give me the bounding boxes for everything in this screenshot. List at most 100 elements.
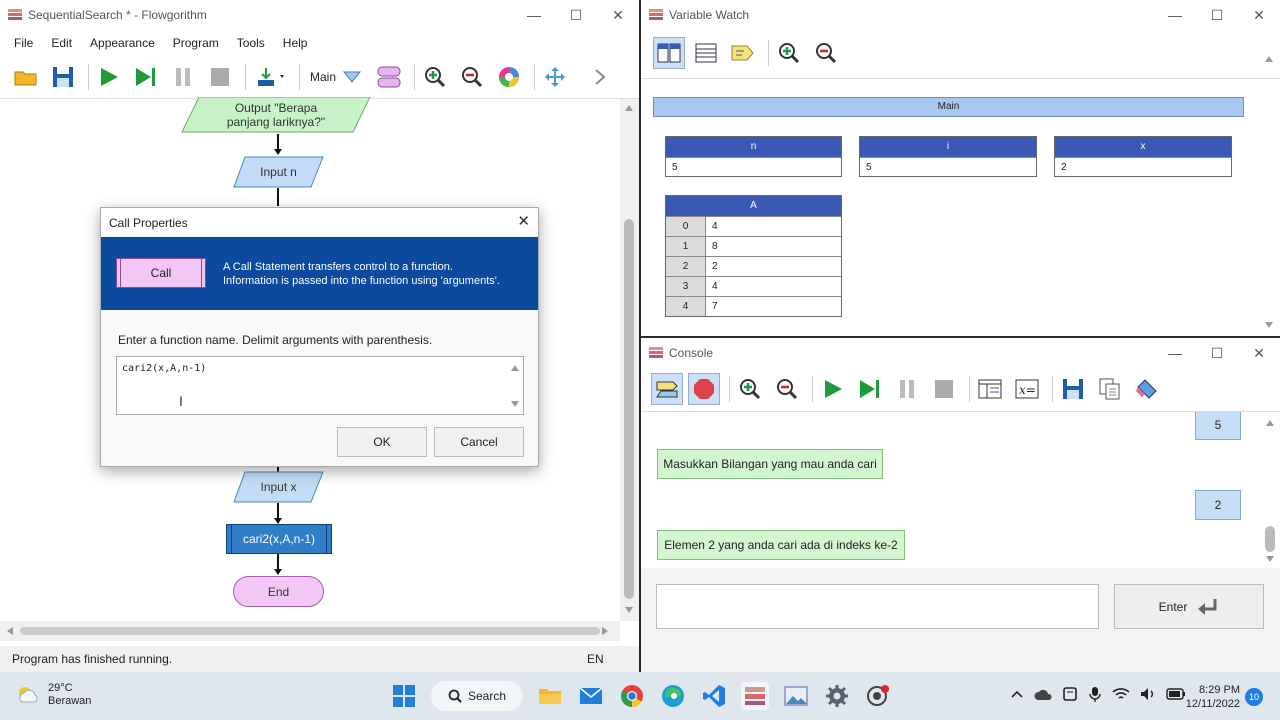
- edge-icon[interactable]: [659, 682, 687, 710]
- scroll-down-arrow[interactable]: [625, 607, 633, 613]
- clock[interactable]: 8:29 PM 12/11/2022: [1180, 683, 1240, 711]
- menu-appearance[interactable]: Appearance: [76, 32, 155, 54]
- watch-scroll-up-arrow[interactable]: [1265, 56, 1273, 62]
- watch-zoom-out-icon[interactable]: [810, 37, 842, 69]
- console-scroll-thumb[interactable]: [1265, 526, 1275, 552]
- function-name-input[interactable]: cari2(x,A,n-1) I: [116, 356, 524, 415]
- user-input-bubble: 2: [1195, 490, 1241, 520]
- console-scroll-down-arrow[interactable]: [1266, 556, 1274, 562]
- function-dropdown-icon[interactable]: [336, 61, 368, 93]
- start-windows-icon[interactable]: [390, 682, 418, 710]
- microphone-icon[interactable]: [1088, 686, 1102, 702]
- open-folder-icon[interactable]: [10, 61, 42, 93]
- console-scroll-up-arrow[interactable]: [1266, 420, 1274, 426]
- onedrive-cloud-icon[interactable]: [1034, 687, 1052, 701]
- watch-zoom-in-icon[interactable]: [773, 37, 805, 69]
- console-stop-icon[interactable]: [928, 373, 960, 405]
- weather-widget[interactable]: 29°C Berawan: [16, 682, 91, 708]
- photos-icon[interactable]: [782, 682, 810, 710]
- horizontal-scrollbar[interactable]: [0, 621, 620, 641]
- vertical-scrollbar[interactable]: [620, 99, 639, 621]
- dialog-close-icon[interactable]: ✕: [517, 212, 530, 230]
- show-variables-icon[interactable]: [974, 373, 1006, 405]
- enter-button[interactable]: Enter: [1114, 584, 1264, 629]
- console-zoom-in-icon[interactable]: [734, 373, 766, 405]
- recorder-icon[interactable]: [864, 682, 892, 710]
- watch-minimize-button[interactable]: —: [1154, 0, 1196, 30]
- ok-button[interactable]: OK: [337, 427, 427, 457]
- chevron-up-icon[interactable]: [1010, 687, 1024, 701]
- menu-help[interactable]: Help: [269, 32, 308, 54]
- call-shape[interactable]: cari2(x,A,n-1): [226, 524, 332, 554]
- input-x-label: Input x: [260, 480, 297, 494]
- step-icon[interactable]: [130, 61, 162, 93]
- console-minimize-button[interactable]: —: [1154, 338, 1196, 368]
- chrome-icon[interactable]: [618, 682, 646, 710]
- cancel-button[interactable]: Cancel: [434, 427, 524, 457]
- console-input-field[interactable]: [656, 584, 1099, 629]
- toolbar-separator: [1052, 376, 1053, 402]
- watch-close-button[interactable]: ✕: [1238, 0, 1280, 30]
- search-button[interactable]: Search: [431, 681, 523, 711]
- scroll-right-arrow[interactable]: [602, 627, 608, 635]
- pause-icon[interactable]: [167, 61, 199, 93]
- input-scrollbar[interactable]: [507, 357, 523, 414]
- horizontal-scroll-thumb[interactable]: [20, 627, 600, 635]
- copy-icon[interactable]: [1094, 373, 1126, 405]
- input-scroll-down-arrow[interactable]: [511, 401, 519, 407]
- console-close-button[interactable]: ✕: [1238, 338, 1280, 368]
- wifi-icon[interactable]: [1112, 687, 1130, 701]
- volume-icon[interactable]: [1140, 687, 1156, 701]
- output-shape[interactable]: Output "Berapa panjang lariknya?": [181, 97, 371, 133]
- run-icon[interactable]: [93, 61, 125, 93]
- close-button[interactable]: ✕: [597, 0, 639, 30]
- input-n-shape[interactable]: Input n: [233, 156, 324, 188]
- stop-sign-icon[interactable]: [688, 373, 720, 405]
- maximize-button[interactable]: ☐: [555, 0, 597, 30]
- input-scroll-up-arrow[interactable]: [511, 365, 519, 371]
- console-scrollbar[interactable]: [1261, 412, 1280, 568]
- list-view-icon[interactable]: [690, 37, 722, 69]
- execution-speed-icon[interactable]: [250, 61, 290, 93]
- zoom-in-icon[interactable]: [419, 61, 451, 93]
- stop-icon[interactable]: [204, 61, 236, 93]
- chat-mode-icon[interactable]: [651, 373, 683, 405]
- notification-badge[interactable]: 10: [1245, 688, 1263, 706]
- flowgorithm-taskbar-icon[interactable]: [741, 682, 769, 710]
- toolbar-more-icon[interactable]: [584, 61, 616, 93]
- input-x-shape[interactable]: Input x: [233, 471, 324, 503]
- variable-x-icon[interactable]: x=: [1011, 373, 1043, 405]
- scroll-left-arrow[interactable]: [7, 627, 13, 635]
- settings-gear-icon[interactable]: [823, 682, 851, 710]
- file-explorer-icon[interactable]: [536, 682, 564, 710]
- watch-maximize-button[interactable]: ☐: [1196, 0, 1238, 30]
- save-icon[interactable]: [47, 61, 79, 93]
- console-run-icon[interactable]: [817, 373, 849, 405]
- vertical-scroll-thumb[interactable]: [624, 219, 634, 599]
- console-pause-icon[interactable]: [891, 373, 923, 405]
- zoom-out-icon[interactable]: [456, 61, 488, 93]
- console-step-icon[interactable]: [854, 373, 886, 405]
- console-maximize-button[interactable]: ☐: [1196, 338, 1238, 368]
- vscode-icon[interactable]: [700, 682, 728, 710]
- layout-windows-icon[interactable]: [539, 61, 571, 93]
- console-save-icon[interactable]: [1057, 373, 1089, 405]
- menu-program[interactable]: Program: [159, 32, 219, 54]
- function-select[interactable]: Main: [310, 70, 336, 84]
- eraser-icon[interactable]: [1131, 373, 1163, 405]
- watch-scrollbar[interactable]: [1259, 50, 1280, 336]
- console-zoom-out-icon[interactable]: [771, 373, 803, 405]
- grid-view-icon[interactable]: [653, 37, 685, 69]
- menu-tools[interactable]: Tools: [223, 32, 265, 54]
- phone-link-icon[interactable]: [1062, 686, 1078, 702]
- menu-file[interactable]: File: [0, 32, 33, 54]
- scroll-up-arrow[interactable]: [625, 105, 633, 111]
- minimize-button[interactable]: —: [513, 0, 555, 30]
- mail-icon[interactable]: [577, 682, 605, 710]
- watch-scroll-down-arrow[interactable]: [1265, 322, 1273, 328]
- manage-functions-icon[interactable]: [373, 61, 405, 93]
- end-shape[interactable]: End: [233, 576, 324, 607]
- label-tag-icon[interactable]: [727, 37, 759, 69]
- menu-edit[interactable]: Edit: [37, 32, 72, 54]
- color-theme-icon[interactable]: [493, 61, 525, 93]
